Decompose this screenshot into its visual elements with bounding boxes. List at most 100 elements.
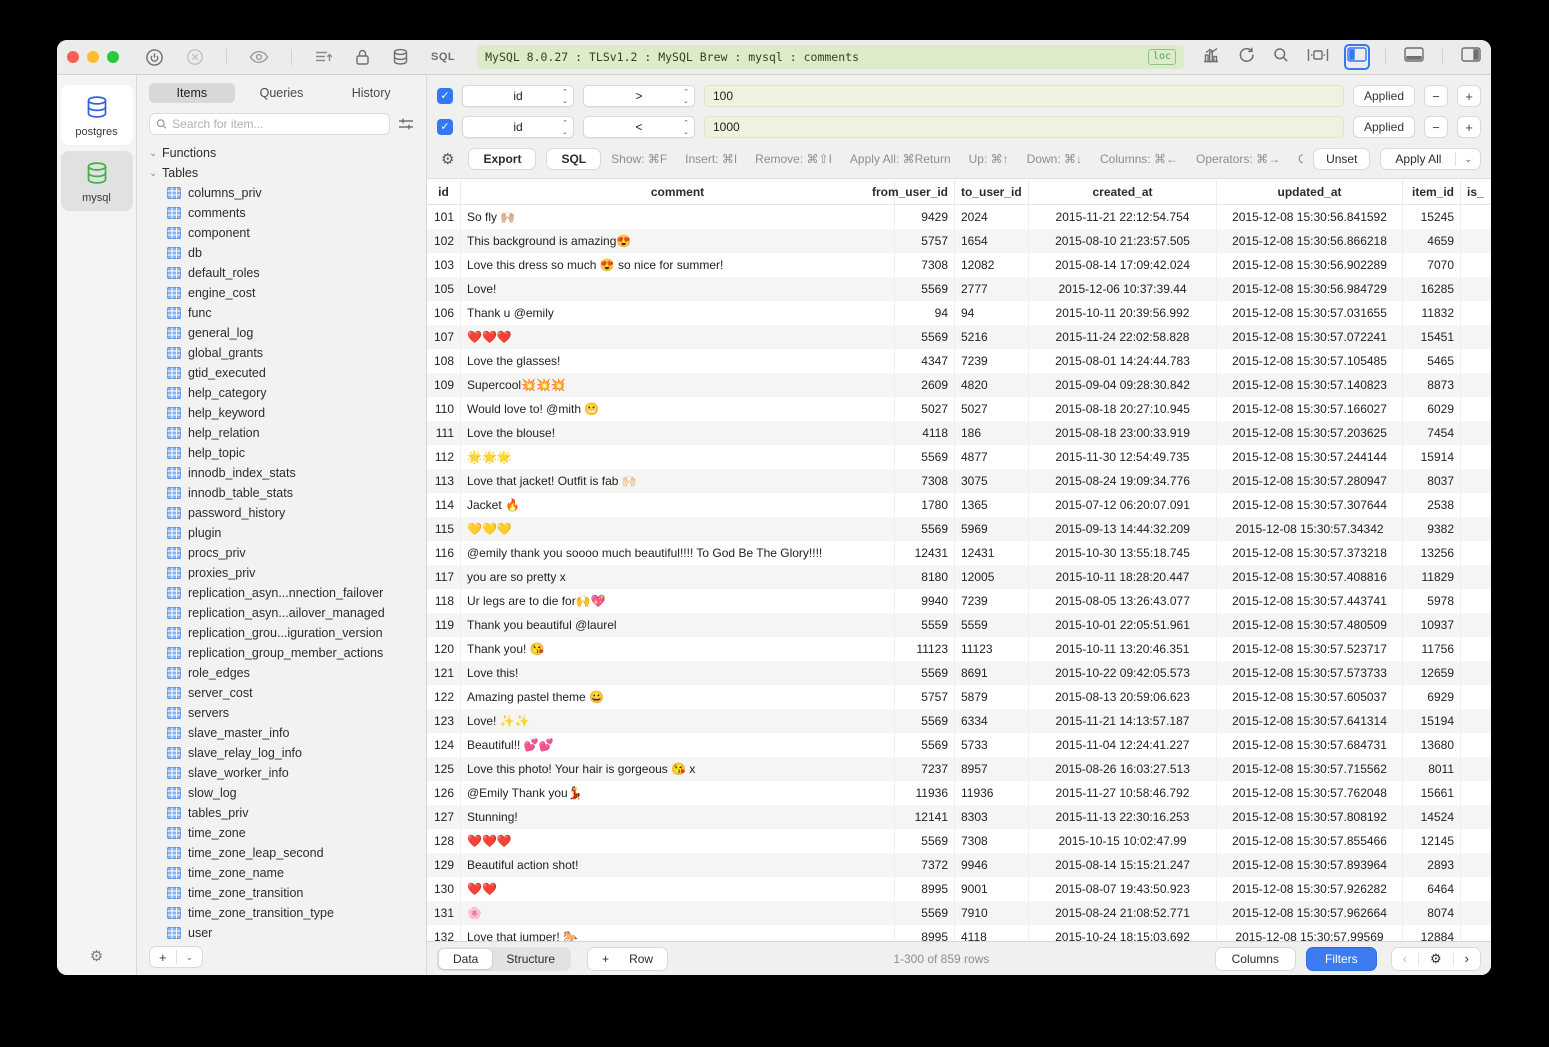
cell-created_at[interactable]: 2015-10-30 13:55:18.745 [1029,541,1217,565]
cell-from_user_id[interactable]: 11123 [895,637,955,661]
cell-created_at[interactable]: 2015-08-18 20:27:10.945 [1029,397,1217,421]
cell-id[interactable]: 108 [427,349,461,373]
cell-id[interactable]: 132 [427,925,461,941]
cell-comment[interactable]: Love the blouse! [461,421,895,445]
cell-comment[interactable]: Thank u @emily [461,301,895,325]
cell-to_user_id[interactable]: 6334 [955,709,1029,733]
cell-from_user_id[interactable]: 5559 [895,613,955,637]
cell-is_[interactable] [1461,829,1491,853]
cell-updated_at[interactable]: 2015-12-08 15:30:57.573733 [1217,661,1403,685]
sql-editor-button[interactable]: SQL [431,51,455,63]
cell-to_user_id[interactable]: 7239 [955,349,1029,373]
cell-to_user_id[interactable]: 8691 [955,661,1029,685]
cell-to_user_id[interactable]: 5879 [955,685,1029,709]
preview-eye-icon[interactable] [249,50,269,64]
sidebar-table-gtid_executed[interactable]: gtid_executed [137,363,426,383]
cell-is_[interactable] [1461,445,1491,469]
cell-created_at[interactable]: 2015-08-24 21:08:52.771 [1029,901,1217,925]
tree-section-functions[interactable]: ⌄ Functions [137,143,426,163]
cell-id[interactable]: 125 [427,757,461,781]
cell-item_id[interactable]: 8074 [1403,901,1461,925]
cell-updated_at[interactable]: 2015-12-08 15:30:57.926282 [1217,877,1403,901]
cell-created_at[interactable]: 2015-10-11 20:39:56.992 [1029,301,1217,325]
cell-from_user_id[interactable]: 94 [895,301,955,325]
cell-created_at[interactable]: 2015-08-14 15:15:21.247 [1029,853,1217,877]
database-icon[interactable] [392,48,409,66]
remove-filter-button[interactable]: − [1424,116,1448,138]
cell-from_user_id[interactable]: 8995 [895,877,955,901]
next-page-button[interactable]: › [1454,951,1480,966]
add-filter-button[interactable]: + [1457,116,1481,138]
add-item-button[interactable]: + ⌄ [149,946,203,968]
cell-item_id[interactable]: 7454 [1403,421,1461,445]
cell-item_id[interactable]: 15661 [1403,781,1461,805]
cell-updated_at[interactable]: 2015-12-08 15:30:57.280947 [1217,469,1403,493]
cell-id[interactable]: 107 [427,325,461,349]
add-row-button[interactable]: + Row [587,947,668,971]
connection-postgres[interactable]: postgres [61,85,133,145]
cell-item_id[interactable]: 5465 [1403,349,1461,373]
cell-id[interactable]: 128 [427,829,461,853]
cell-is_[interactable] [1461,277,1491,301]
sidebar-table-comments[interactable]: comments [137,203,426,223]
cell-id[interactable]: 118 [427,589,461,613]
cell-item_id[interactable]: 10937 [1403,613,1461,637]
cell-to_user_id[interactable]: 5027 [955,397,1029,421]
table-row[interactable]: 112🌟🌟🌟556948772015-11-30 12:54:49.735201… [427,445,1491,469]
cell-comment[interactable]: Would love to! @mith 😬 [461,397,895,421]
cell-comment[interactable]: Beautiful!! 💕💕 [461,733,895,757]
cell-item_id[interactable]: 7070 [1403,253,1461,277]
cell-id[interactable]: 127 [427,805,461,829]
table-row[interactable]: 114Jacket 🔥178013652015-07-12 06:20:07.0… [427,493,1491,517]
cell-to_user_id[interactable]: 12082 [955,253,1029,277]
cell-to_user_id[interactable]: 2777 [955,277,1029,301]
table-row[interactable]: 117you are so pretty x8180120052015-10-1… [427,565,1491,589]
cell-updated_at[interactable]: 2015-12-08 15:30:57.34342 [1217,517,1403,541]
sidebar-table-help_keyword[interactable]: help_keyword [137,403,426,423]
statement-log-icon[interactable] [314,49,333,65]
table-row[interactable]: 127Stunning!1214183032015-11-13 22:30:16… [427,805,1491,829]
table-row[interactable]: 121Love this!556986912015-10-22 09:42:05… [427,661,1491,685]
cell-updated_at[interactable]: 2015-12-08 15:30:57.855466 [1217,829,1403,853]
cell-item_id[interactable]: 8873 [1403,373,1461,397]
cell-created_at[interactable]: 2015-11-24 22:02:58.828 [1029,325,1217,349]
cell-is_[interactable] [1461,301,1491,325]
cell-item_id[interactable]: 2893 [1403,853,1461,877]
cell-from_user_id[interactable]: 5757 [895,685,955,709]
sidebar-table-help_category[interactable]: help_category [137,383,426,403]
table-row[interactable]: 132Love that jumper! 🐎899541182015-10-24… [427,925,1491,941]
column-header-from_user_id[interactable]: from_user_id [895,179,955,204]
cell-is_[interactable] [1461,325,1491,349]
table-row[interactable]: 108Love the glasses!434772392015-08-01 1… [427,349,1491,373]
cell-updated_at[interactable]: 2015-12-08 15:30:57.808192 [1217,805,1403,829]
column-header-to_user_id[interactable]: to_user_id [955,179,1029,204]
cell-is_[interactable] [1461,613,1491,637]
cell-item_id[interactable]: 15194 [1403,709,1461,733]
minimize-window-button[interactable] [87,51,99,63]
cell-created_at[interactable]: 2015-08-14 17:09:42.024 [1029,253,1217,277]
sidebar-table-time_zone_leap_second[interactable]: time_zone_leap_second [137,843,426,863]
cell-to_user_id[interactable]: 3075 [955,469,1029,493]
table-row[interactable]: 126@Emily Thank you💃11936119362015-11-27… [427,781,1491,805]
cell-from_user_id[interactable]: 9940 [895,589,955,613]
cell-comment[interactable]: Amazing pastel theme 😀 [461,685,895,709]
close-window-button[interactable] [67,51,79,63]
cell-item_id[interactable]: 11829 [1403,565,1461,589]
cell-comment[interactable]: Love! ✨✨ [461,709,895,733]
column-header-updated_at[interactable]: updated_at [1217,179,1403,204]
refresh-icon[interactable] [1238,46,1255,68]
cell-created_at[interactable]: 2015-08-01 14:24:44.783 [1029,349,1217,373]
cell-from_user_id[interactable]: 5569 [895,277,955,301]
table-row[interactable]: 111Love the blouse!41181862015-08-18 23:… [427,421,1491,445]
table-row[interactable]: 124Beautiful!! 💕💕556957332015-11-04 12:2… [427,733,1491,757]
cell-comment[interactable]: Love this photo! Your hair is gorgeous 😘… [461,757,895,781]
cell-id[interactable]: 114 [427,493,461,517]
cell-to_user_id[interactable]: 2024 [955,205,1029,229]
cell-comment[interactable]: you are so pretty x [461,565,895,589]
cell-from_user_id[interactable]: 8180 [895,565,955,589]
cell-updated_at[interactable]: 2015-12-08 15:30:57.244144 [1217,445,1403,469]
cell-from_user_id[interactable]: 5569 [895,661,955,685]
previous-page-button[interactable]: ‹ [1392,951,1418,966]
cell-created_at[interactable]: 2015-11-21 14:13:57.187 [1029,709,1217,733]
table-row[interactable]: 116@emily thank you soooo much beautiful… [427,541,1491,565]
